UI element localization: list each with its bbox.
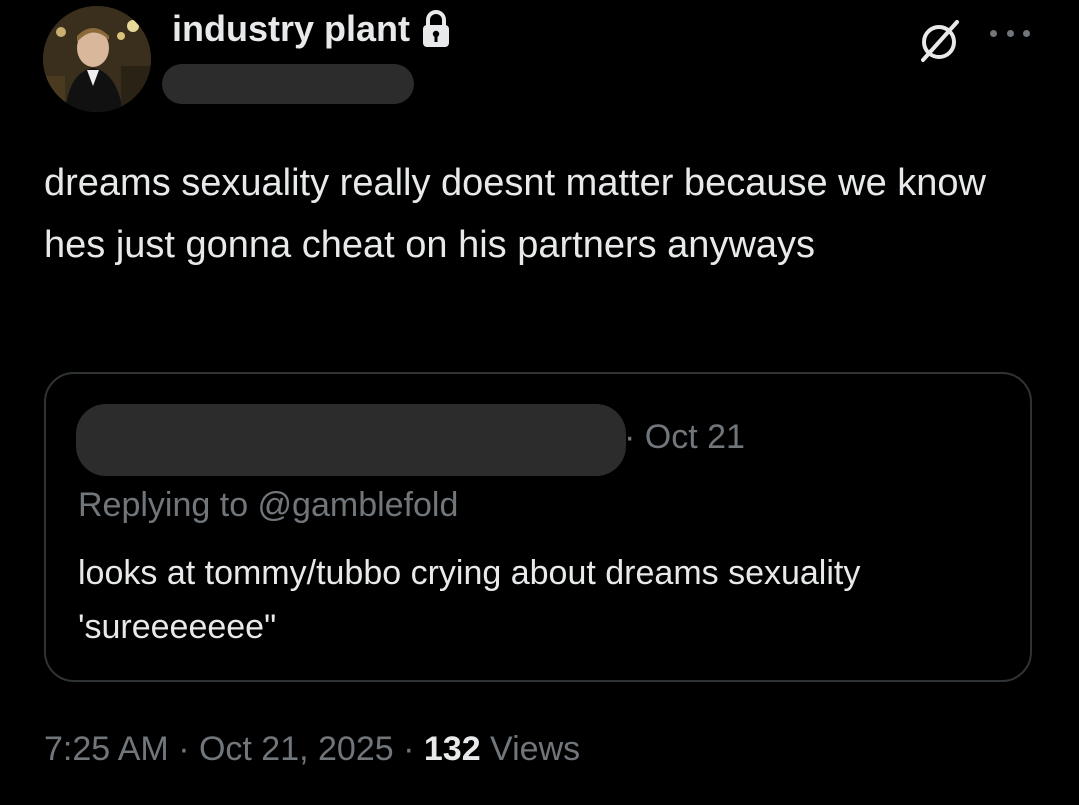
views-count[interactable]: 132 [424,730,481,768]
dot-icon [1006,29,1014,37]
replying-to-label[interactable]: Replying to @gamblefold [78,486,458,525]
quoted-tweet-text: looks at tommy/tubbo crying about dreams… [78,554,861,646]
grok-icon[interactable] [917,18,963,64]
dot-icon [990,29,997,37]
tweet-text: dreams sexuality really doesnt matter be… [44,162,987,266]
author-avatar[interactable] [43,6,151,112]
meta-separator: · [168,730,199,768]
tweet-date[interactable]: Oct 21, 2025 [199,730,394,768]
more-options-icon[interactable] [990,26,1030,40]
redacted-handle [162,64,414,104]
views-label: Views [480,730,581,768]
dot-icon [1023,29,1030,37]
author-display-name[interactable]: industry plant [172,8,452,50]
meta-separator: · [393,730,424,768]
quoted-tweet-date[interactable]: · Oct 21 [624,418,745,457]
tweet-time[interactable]: 7:25 AM [44,730,169,768]
author-name-text: industry plant [172,8,411,49]
lock-icon [420,9,452,49]
redacted-quoted-author [76,404,626,476]
quoted-tweet-card[interactable]: · Oct 21 Replying to @gamblefold looks a… [44,372,1032,682]
tweet-meta: 7:25 AM · Oct 21, 2025 · 132 Views [44,730,580,769]
